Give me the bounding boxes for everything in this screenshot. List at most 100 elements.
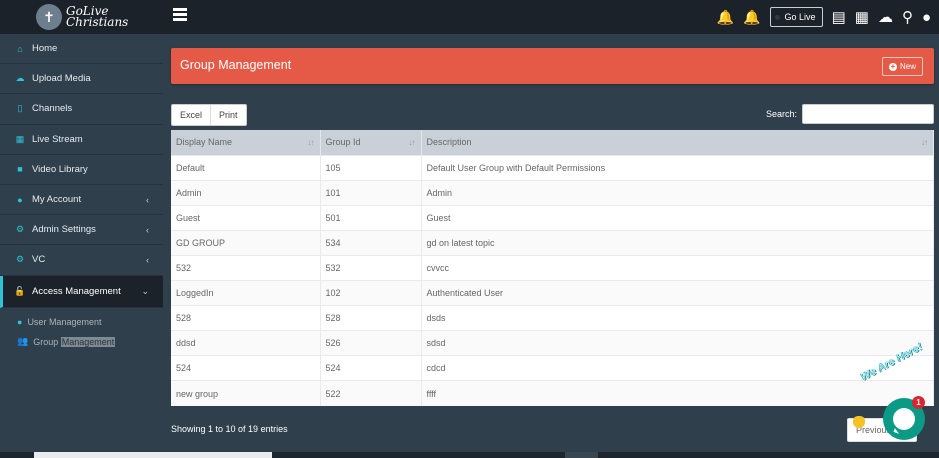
cogs-icon: ⚙ bbox=[15, 224, 25, 235]
table-row[interactable]: ddsd 526 sdsd bbox=[171, 330, 934, 356]
message-icon[interactable]: ▤ bbox=[832, 10, 846, 25]
column-header-description[interactable]: Description ↓↑ bbox=[421, 130, 934, 155]
sort-icon: ↓↑ bbox=[307, 138, 315, 147]
sidebar-subitem-group-management[interactable]: 👥 Group Management bbox=[0, 332, 163, 352]
table-row[interactable]: LoggedIn 102 Authenticated User bbox=[171, 279, 934, 306]
cell-group-id: 105 bbox=[320, 154, 422, 181]
table-body: Default 105 Default User Group with Defaul… bbox=[171, 154, 934, 406]
table-row[interactable]: new group 522 ffff bbox=[171, 380, 934, 406]
table-row[interactable]: Default 105 Default User Group with Defaul… bbox=[171, 154, 934, 181]
sidebar-item-my-account[interactable]: ● My Account ‹ bbox=[0, 185, 163, 216]
unlock-icon: 🔓 bbox=[14, 285, 26, 296]
bookmark-icon: ▯ bbox=[17, 103, 23, 114]
calendar-icon: ▦ bbox=[15, 133, 25, 144]
brand-logo[interactable]: ✝ GoLive Christians bbox=[0, 0, 163, 34]
cell-group-id: 522 bbox=[320, 380, 422, 406]
sidebar-item-admin-settings[interactable]: ⚙ Admin Settings ‹ bbox=[0, 215, 163, 246]
sidebar-subitem-label: Group bbox=[33, 336, 61, 347]
cell-display-name: Guest bbox=[171, 204, 321, 231]
user-profile-icon[interactable]: ● bbox=[922, 10, 931, 25]
chevron-left-icon: ‹ bbox=[146, 224, 149, 235]
sort-icon: ↓↑ bbox=[408, 138, 416, 147]
cell-group-id: 102 bbox=[320, 279, 422, 306]
cell-group-id: 501 bbox=[320, 204, 422, 231]
table-row[interactable]: Guest 501 Guest bbox=[171, 204, 934, 231]
new-button-label: New bbox=[899, 62, 916, 71]
cell-group-id: 526 bbox=[320, 330, 422, 356]
sidebar-item-video-library[interactable]: ■ Video Library bbox=[0, 155, 163, 185]
horizontal-scrollbar-thumb[interactable] bbox=[34, 452, 272, 458]
sidebar: ⌂ Home ☁ Upload Media ▯ Channels ▦ Live … bbox=[0, 34, 163, 458]
cell-display-name: Admin bbox=[171, 179, 321, 206]
sidebar-item-label: Admin Settings bbox=[32, 224, 96, 236]
cell-group-id: 101 bbox=[320, 179, 422, 206]
cell-description: Guest bbox=[421, 204, 934, 231]
alert-bell-icon[interactable]: 🔔 bbox=[743, 9, 760, 26]
waving-hand-icon bbox=[853, 416, 865, 428]
excel-button[interactable]: Excel bbox=[172, 105, 210, 125]
table-row[interactable]: 528 528 dsds bbox=[171, 305, 934, 331]
cell-description: cvvcc bbox=[421, 254, 934, 281]
sidebar-item-label: VC bbox=[32, 254, 46, 266]
sidebar-item-label: My Account bbox=[32, 194, 82, 206]
column-header-label: Group Id bbox=[325, 137, 361, 148]
chat-unread-badge: 1 bbox=[912, 396, 925, 409]
search-icon[interactable]: ⚲ bbox=[902, 10, 913, 25]
sidebar-subitem-user-management[interactable]: ● User Management bbox=[0, 312, 163, 332]
sidebar-item-label: Live Stream bbox=[32, 133, 83, 145]
cell-description: dsds bbox=[421, 305, 934, 331]
cloud-upload-icon: ☁ bbox=[15, 73, 25, 84]
sidebar-item-channels[interactable]: ▯ Channels bbox=[0, 94, 163, 125]
column-header-label: Description bbox=[426, 137, 472, 148]
users-icon: 👥 bbox=[17, 336, 29, 346]
sidebar-item-home[interactable]: ⌂ Home bbox=[0, 34, 163, 65]
sidebar-item-live-stream[interactable]: ▦ Live Stream bbox=[0, 125, 163, 155]
cell-description: cdcd bbox=[421, 355, 934, 381]
cell-group-id: 524 bbox=[320, 355, 422, 381]
notification-bell-icon[interactable]: 🔔 bbox=[717, 9, 734, 26]
sidebar-item-access-management[interactable]: 🔓 Access Management ⌄ bbox=[0, 275, 163, 308]
cogs-icon: ⚙ bbox=[15, 254, 25, 265]
top-bar: ✝ GoLive Christians 🔔 🔔 Go Live ▤ ▦ ☁ ⚲ … bbox=[0, 0, 939, 34]
top-right-actions: 🔔 🔔 Go Live ▤ ▦ ☁ ⚲ ● bbox=[717, 0, 931, 34]
cell-description: Default User Group with Default Permissi… bbox=[421, 154, 934, 181]
cell-description: Admin bbox=[421, 179, 934, 206]
sidebar-item-label: Access Management bbox=[32, 285, 121, 297]
cell-display-name: new group bbox=[171, 380, 321, 406]
logo-text: GoLive Christians bbox=[66, 5, 128, 28]
export-button-group: Excel Print bbox=[171, 104, 247, 126]
sidebar-item-label: Upload Media bbox=[32, 73, 91, 85]
panel-header: Group Management + New bbox=[171, 48, 934, 84]
print-button[interactable]: Print bbox=[210, 105, 246, 125]
cell-description: ffff bbox=[421, 380, 934, 406]
sidebar-item-upload-media[interactable]: ☁ Upload Media bbox=[0, 64, 163, 95]
table-row[interactable]: 524 524 cdcd bbox=[171, 355, 934, 381]
cloud-upload-icon[interactable]: ☁ bbox=[878, 10, 893, 25]
column-header-display-name[interactable]: Display Name ↓↑ bbox=[171, 130, 321, 155]
table-header-row: Display Name ↓↑ Group Id ↓↑ Description ↓↑ bbox=[171, 130, 934, 155]
cell-description: gd on latest topic bbox=[421, 229, 934, 256]
cell-display-name: ddsd bbox=[171, 330, 321, 356]
table-row[interactable]: 532 532 cvvcc bbox=[171, 254, 934, 281]
inbox-icon[interactable]: ▦ bbox=[855, 10, 869, 25]
table-row[interactable]: GD GROUP 534 gd on latest topic bbox=[171, 229, 934, 256]
cell-group-id: 528 bbox=[320, 305, 422, 331]
cell-display-name: Default bbox=[171, 154, 321, 181]
menu-toggle-icon[interactable] bbox=[173, 8, 187, 22]
go-live-button[interactable]: Go Live bbox=[769, 7, 823, 27]
user-icon: ● bbox=[17, 316, 23, 327]
sidebar-item-label: Video Library bbox=[32, 163, 88, 175]
go-live-label: Go Live bbox=[784, 12, 816, 22]
bottom-scrollbar-strip bbox=[0, 452, 939, 458]
sidebar-item-vc[interactable]: ⚙ VC ‹ bbox=[0, 245, 163, 276]
new-group-button[interactable]: + New bbox=[881, 57, 923, 76]
column-header-group-id[interactable]: Group Id ↓↑ bbox=[320, 130, 422, 155]
plus-circle-icon: + bbox=[888, 61, 897, 71]
search-input[interactable] bbox=[802, 104, 934, 124]
cell-group-id: 532 bbox=[320, 254, 422, 281]
chat-bubble-icon bbox=[893, 408, 915, 430]
table-info: Showing 1 to 10 of 19 entries bbox=[171, 424, 288, 434]
table-row[interactable]: Admin 101 Admin bbox=[171, 179, 934, 206]
page-title: Group Management bbox=[180, 58, 292, 72]
sidebar-item-label: Home bbox=[32, 43, 58, 55]
